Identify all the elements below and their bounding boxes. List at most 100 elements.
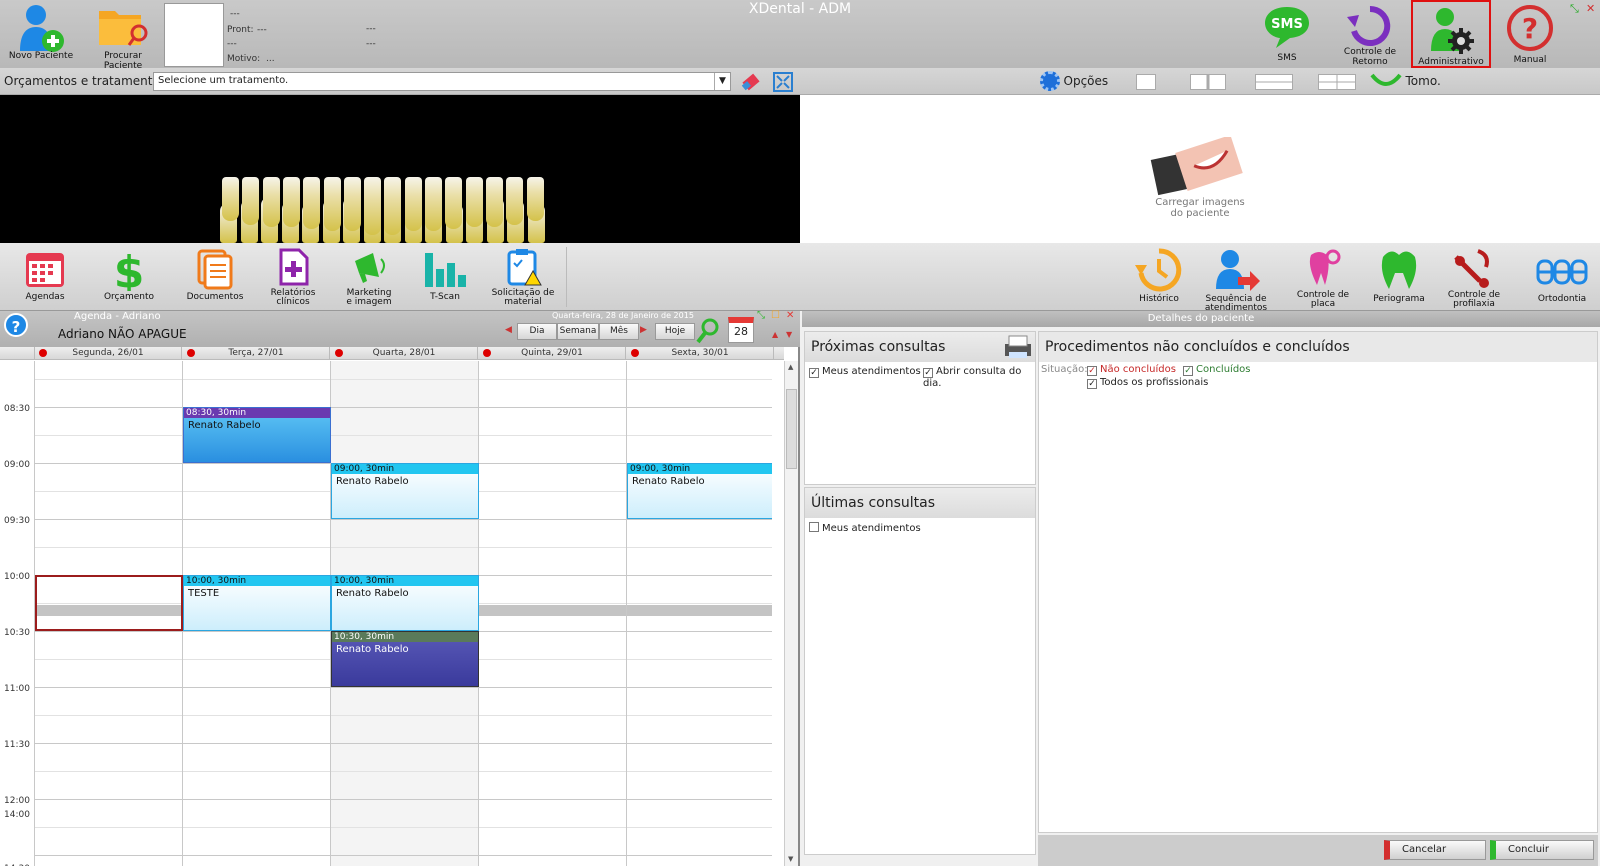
new-patient-button[interactable]: Novo Paciente — [6, 0, 76, 68]
lower-tooth[interactable] — [465, 177, 483, 227]
help-icon[interactable]: ? — [4, 313, 28, 337]
expand-icon[interactable] — [772, 71, 794, 93]
maximize-icon[interactable]: ☐ — [771, 310, 780, 321]
today-button[interactable]: Hoje — [655, 323, 695, 340]
odontogram[interactable] — [0, 95, 800, 243]
appointment-block[interactable]: 08:30, 30min Renato Rabelo — [183, 407, 331, 463]
report-icon — [279, 248, 309, 286]
agenda-grid[interactable]: 08:30 09:00 09:30 10:00 10:30 11:00 11:30 12:00… — [0, 361, 772, 866]
search-patient-button[interactable]: Procurar Paciente — [88, 0, 158, 71]
lower-tooth[interactable] — [262, 177, 280, 227]
tool-sequencia[interactable]: Sequência de atendimentos — [1199, 243, 1273, 313]
tool-agendas[interactable]: Agendas — [8, 243, 82, 311]
administrative-button[interactable]: Administrativo — [1411, 0, 1491, 68]
restore-icon[interactable]: ⤡ — [1570, 2, 1579, 16]
selected-slot[interactable] — [35, 575, 183, 631]
calendar-date-button[interactable]: 28 — [728, 317, 754, 343]
tool-documentos[interactable]: Documentos — [178, 243, 252, 311]
chevron-down-icon[interactable]: ▼ — [714, 73, 730, 90]
close-window-icon[interactable]: ✕ — [1586, 2, 1595, 15]
tool-profilaxia[interactable]: Controle de profilaxia — [1437, 243, 1511, 311]
tool-tscan[interactable]: T-Scan — [408, 243, 482, 311]
appointment-block[interactable]: 10:00, 30min TESTE — [183, 575, 331, 631]
day-header[interactable]: Quarta, 28/01 — [331, 347, 478, 360]
lower-tooth[interactable] — [445, 177, 463, 229]
appointment-block[interactable]: 10:30, 30min Renato Rabelo — [331, 631, 479, 687]
tool-solicitacao[interactable]: Solicitação de material — [486, 243, 560, 311]
printer-icon[interactable] — [1001, 334, 1035, 360]
prev-arrow-icon[interactable]: ◀ — [505, 325, 512, 335]
appointment-block[interactable]: 09:00, 30min Renato Rabelo — [331, 463, 479, 519]
layout-two-rows-button[interactable] — [1255, 74, 1293, 90]
lower-tooth[interactable] — [384, 177, 402, 235]
treatments-label: Orçamentos e tratamentos: — [4, 74, 171, 88]
tool-periograma[interactable]: Periograma — [1362, 243, 1436, 311]
lower-tooth[interactable] — [303, 177, 321, 229]
eraser-icon[interactable] — [740, 71, 762, 93]
tool-marketing[interactable]: Marketing e imagem — [332, 243, 406, 311]
procedures-title: Procedimentos não concluídos e concluído… — [1039, 332, 1597, 362]
view-day-button[interactable]: Dia — [517, 323, 557, 340]
patient-images-panel[interactable]: Carregar imagens do paciente — [800, 95, 1600, 243]
lower-tooth[interactable] — [364, 177, 382, 235]
day-header[interactable]: Segunda, 26/01 — [35, 347, 182, 360]
documents-icon — [197, 249, 233, 290]
scroll-up-arrow-icon[interactable]: ▲ — [788, 363, 793, 371]
next-arrow-icon[interactable]: ▶ — [640, 325, 647, 335]
tool-historico[interactable]: Histórico — [1122, 243, 1196, 311]
scroll-down-icon[interactable]: ▼ — [786, 330, 792, 339]
next-my-appointments-checkbox[interactable]: ✓ Meus atendimentos — [809, 366, 921, 378]
scroll-up-icon[interactable]: ▲ — [772, 330, 778, 339]
minimize-icon[interactable]: ⤡ — [757, 310, 765, 321]
layout-two-columns-button[interactable] — [1190, 74, 1226, 90]
layout-grid-button[interactable] — [1318, 74, 1356, 90]
patient-images-icon[interactable] — [1150, 137, 1250, 199]
scroll-down-arrow-icon[interactable]: ▼ — [788, 855, 793, 863]
conclude-button[interactable]: Concluir — [1490, 840, 1594, 860]
layout-single-button[interactable] — [1136, 74, 1156, 90]
lower-tooth[interactable] — [242, 177, 260, 225]
appointment-block[interactable]: 09:00, 30min Renato Rabelo — [627, 463, 772, 519]
lower-tooth[interactable] — [425, 177, 442, 231]
not-concluded-checkbox[interactable]: ✓ Não concluídos — [1087, 364, 1176, 376]
all-professionals-checkbox[interactable]: ✓ Todos os profissionais — [1087, 377, 1208, 389]
patient-photo[interactable] — [164, 3, 224, 67]
treatment-select[interactable]: Selecione um tratamento. ▼ — [153, 72, 731, 91]
grid-column-line — [626, 361, 627, 866]
lower-tooth[interactable] — [506, 177, 524, 225]
lower-tooth[interactable] — [404, 177, 422, 231]
close-icon[interactable]: ✕ — [786, 310, 794, 321]
manual-button[interactable]: ? Manual — [1495, 0, 1565, 68]
lower-tooth[interactable] — [526, 177, 544, 221]
return-label-1: Controle de — [1343, 47, 1397, 57]
tool-ortodontia[interactable]: Ortodontia — [1525, 243, 1599, 311]
lower-tooth[interactable] — [222, 177, 239, 221]
check-icon: ✓ — [809, 368, 819, 378]
appointment-block[interactable]: 10:00, 30min Renato Rabelo — [331, 575, 479, 631]
lower-tooth[interactable] — [343, 177, 361, 231]
lower-tooth[interactable] — [323, 177, 341, 231]
tool-controle-placa[interactable]: Controle de placa — [1286, 243, 1360, 311]
day-header[interactable]: Quinta, 29/01 — [479, 347, 626, 360]
lower-tooth[interactable] — [485, 177, 503, 227]
grid-line — [35, 715, 772, 716]
tomo-button[interactable]: Tomo. — [1370, 71, 1441, 91]
options-button[interactable]: Opções — [1040, 71, 1108, 93]
return-control-button[interactable]: Controle de Retorno — [1335, 0, 1405, 68]
lower-tooth[interactable] — [282, 177, 300, 227]
sms-button[interactable]: SMS SMS — [1252, 0, 1322, 68]
time-column-header — [0, 347, 35, 360]
search-icon[interactable] — [696, 317, 720, 345]
day-header[interactable]: Terça, 27/01 — [183, 347, 330, 360]
day-header[interactable]: Sexta, 30/01 — [627, 347, 774, 360]
last-my-appointments-checkbox[interactable]: Meus atendimentos — [809, 522, 921, 534]
tool-relatorios[interactable]: Relatórios clínicos — [256, 243, 330, 311]
open-today-checkbox[interactable]: ✓ Abrir consulta do dia. — [923, 366, 1035, 389]
cancel-button[interactable]: Cancelar — [1384, 840, 1486, 860]
tool-orcamento[interactable]: $ Orçamento — [92, 243, 166, 311]
concluded-checkbox[interactable]: ✓ Concluídos — [1183, 364, 1251, 376]
view-month-button[interactable]: Mês — [599, 323, 639, 340]
agenda-scrollbar[interactable]: ▲ ▼ — [784, 361, 798, 866]
scroll-thumb[interactable] — [786, 389, 797, 469]
view-week-button[interactable]: Semana — [557, 323, 599, 340]
